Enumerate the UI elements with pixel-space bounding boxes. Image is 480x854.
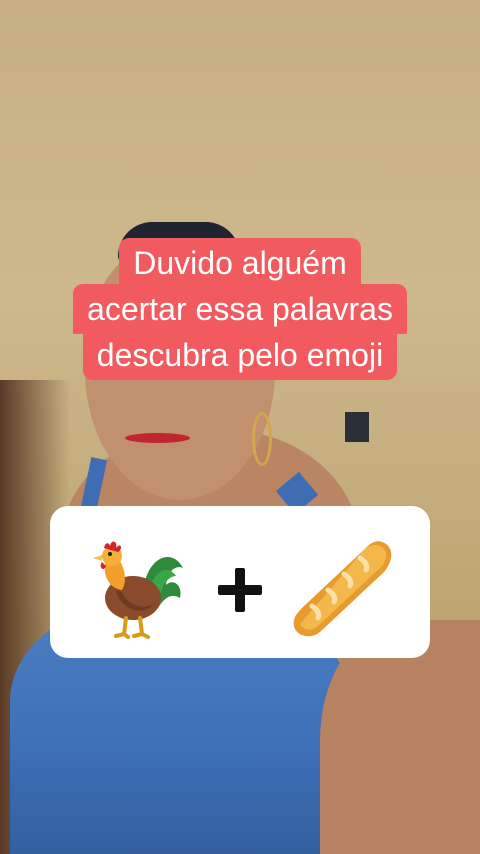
video-background — [0, 0, 480, 854]
rooster-icon — [93, 541, 183, 639]
person-lips — [125, 433, 190, 443]
caption-line-1: Duvido alguém — [119, 238, 361, 288]
plus-icon — [218, 568, 262, 612]
caption-line-3: descubra pelo emoji — [82, 330, 398, 380]
earring — [252, 412, 272, 466]
hair-clip — [345, 412, 369, 442]
baguette-icon — [293, 541, 392, 637]
caption-overlay: Duvido alguém acertar essa palavras desc… — [0, 238, 480, 380]
caption-line-2: acertar essa palavras — [73, 284, 407, 334]
